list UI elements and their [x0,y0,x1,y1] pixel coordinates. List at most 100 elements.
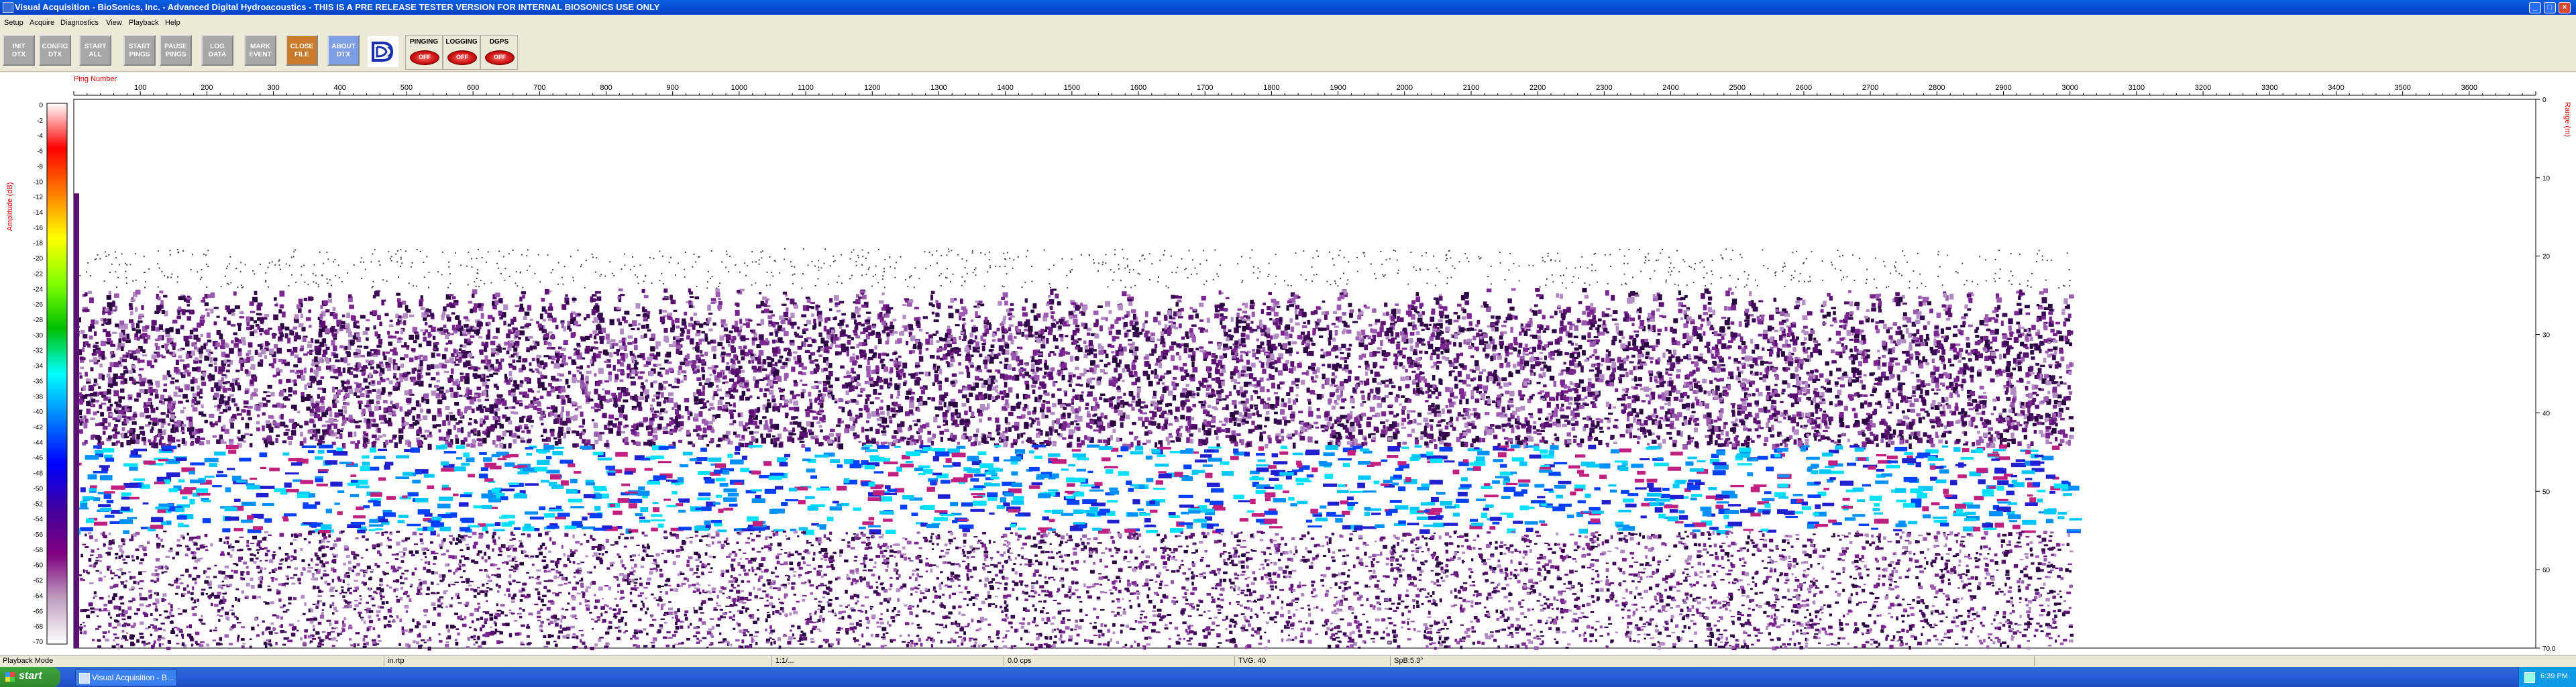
ping-tick-label: 1700 [1197,84,1213,92]
amplitude-tick-label: -6 [37,148,43,156]
amplitude-tick-label: -60 [34,562,44,570]
ping-tick-label: 2100 [1463,84,1479,92]
ping-tick-label: 1900 [1330,84,1346,92]
amplitude-tick-label: -70 [34,639,44,646]
amplitude-tick-label: -68 [34,623,44,631]
near-field-strip [74,193,79,648]
amplitude-tick-label: -48 [34,470,44,478]
minimize-icon[interactable]: _ [2529,2,2541,13]
taskbar-item-visual-acquisition[interactable]: Visual Acquisition - B... [75,669,177,686]
ping-tick-label: 1800 [1263,84,1279,92]
amplitude-tick-label: -36 [34,378,44,385]
pinging-led-icon: OFF [410,50,439,65]
logging-indicator: LOGGING OFF [443,35,480,70]
start-pings-button[interactable]: START PINGS [123,35,156,66]
ping-tick-label: 3200 [2195,84,2211,92]
ping-tick-label: 1200 [864,84,880,92]
echogram[interactable]: Ping NumberAmplitude (dB)Range (m)100 200… [0,72,2576,655]
pinging-indicator: PINGING OFF [405,35,443,70]
amplitude-tick-label: -66 [34,608,44,615]
amplitude-tick-label: -18 [34,240,44,248]
ping-tick-label: 1600 [1130,84,1146,92]
range-tick-label: 0 [2542,97,2546,104]
menu-playback[interactable]: Playback [129,19,159,27]
window-title: Visual Acquisition - BioSonics, Inc. - A… [15,2,660,12]
amplitude-tick-label: -52 [34,500,44,508]
status-bar: Playback Mode in.rtp 1:1/... 0.0 cps TVG… [0,655,2576,668]
amplitude-tick-label: 0 [39,102,43,109]
ping-tick-label: 1000 [731,84,747,92]
status-spb: SpB:5.3° [1394,657,1424,665]
ping-tick-label: 200 [201,84,213,92]
amplitude-tick-label: -24 [34,286,44,293]
ping-tick-label: 2300 [1596,84,1612,92]
ping-tick-label: 2800 [1929,84,1945,92]
amplitude-tick-label: -8 [37,163,43,170]
amplitude-tick-label: -62 [34,578,44,585]
ping-tick-label: 400 [334,84,346,92]
amplitude-tick-label: -64 [34,592,44,600]
amplitude-tick-label: -22 [34,270,44,278]
menu-setup[interactable]: Setup [4,19,23,27]
status-mode: Playback Mode [3,657,54,665]
ping-tick-label: 700 [533,84,545,92]
amplitude-tick-label: -34 [34,363,44,370]
echogram-panel[interactable]: Ping Number Amplitude (dB) Range (m) 100 200… [0,72,2576,655]
config-dtx-button[interactable]: CONFIG DTX [39,35,71,66]
menu-help[interactable]: Help [165,19,180,27]
range-tick-label: 70.0 [2542,645,2556,653]
maximize-icon[interactable]: □ [2544,2,2556,13]
status-tvg: TVG: 40 [1238,657,1266,665]
status-pulse-rate: 0.0 cps [1008,657,1032,665]
ping-tick-label: 2200 [1529,84,1546,92]
amplitude-tick-label: -42 [34,424,44,431]
log-data-button[interactable]: LOG DATA [201,35,233,66]
start-all-button[interactable]: START ALL [79,35,111,66]
range-axis-label: Range (m) [2563,102,2571,137]
app-icon [79,673,90,684]
ping-tick-label: 3600 [2461,84,2477,92]
amplitude-tick-label: -38 [34,393,44,401]
app-icon [3,2,13,13]
ping-tick-label: 2500 [1729,84,1745,92]
taskbar: start Visual Acquisition - B... 6:39 PM [0,667,2576,687]
start-button[interactable]: start [0,667,60,687]
ping-tick-label: 3500 [2394,84,2410,92]
close-file-button[interactable]: CLOSE FILE [286,35,318,66]
title-bar: Visual Acquisition - BioSonics, Inc. - A… [0,0,2576,15]
amplitude-tick-label: -44 [34,439,44,447]
menu-bar: Setup Acquire Diagnostics View Playback … [0,16,2576,30]
range-tick-label: 30 [2542,332,2551,339]
ping-tick-label: 1400 [997,84,1013,92]
amplitude-tick-label: -26 [34,301,44,309]
ping-tick-label: 100 [134,84,146,92]
init-dtx-button[interactable]: INIT DTX [3,35,35,66]
system-tray: 6:39 PM [2518,667,2576,687]
menu-acquire[interactable]: Acquire [30,19,54,27]
amplitude-tick-label: -32 [34,348,44,355]
status-file: in.rtp [388,657,405,665]
range-tick-label: 20 [2542,254,2551,261]
ping-tick-label: 800 [600,84,612,92]
logging-led-icon: OFF [447,50,477,65]
amplitude-tick-label: -10 [34,178,44,186]
ping-tick-label: 900 [667,84,679,92]
amplitude-tick-label: -16 [34,225,44,232]
amplitude-tick-label: -14 [34,209,44,217]
close-icon[interactable]: × [2559,2,2571,13]
ping-tick-label: 600 [467,84,479,92]
menu-diagnostics[interactable]: Diagnostics [60,19,99,27]
amplitude-tick-label: -46 [34,455,44,462]
about-dtx-button[interactable]: ABOUT DTX [327,35,360,66]
menu-view[interactable]: View [106,19,122,27]
ping-tick-label: 3400 [2328,84,2344,92]
amplitude-colorbar [46,103,68,645]
x-axis-label: Ping Number [74,75,117,83]
ping-tick-label: 3000 [2061,84,2078,92]
range-tick-label: 10 [2542,175,2551,182]
network-icon[interactable] [2524,672,2535,683]
mark-event-button[interactable]: MARK EVENT [244,35,276,66]
amplitude-tick-label: -12 [34,194,44,201]
amplitude-tick-label: -28 [34,317,44,324]
pause-pings-button[interactable]: PAUSE PINGS [160,35,192,66]
